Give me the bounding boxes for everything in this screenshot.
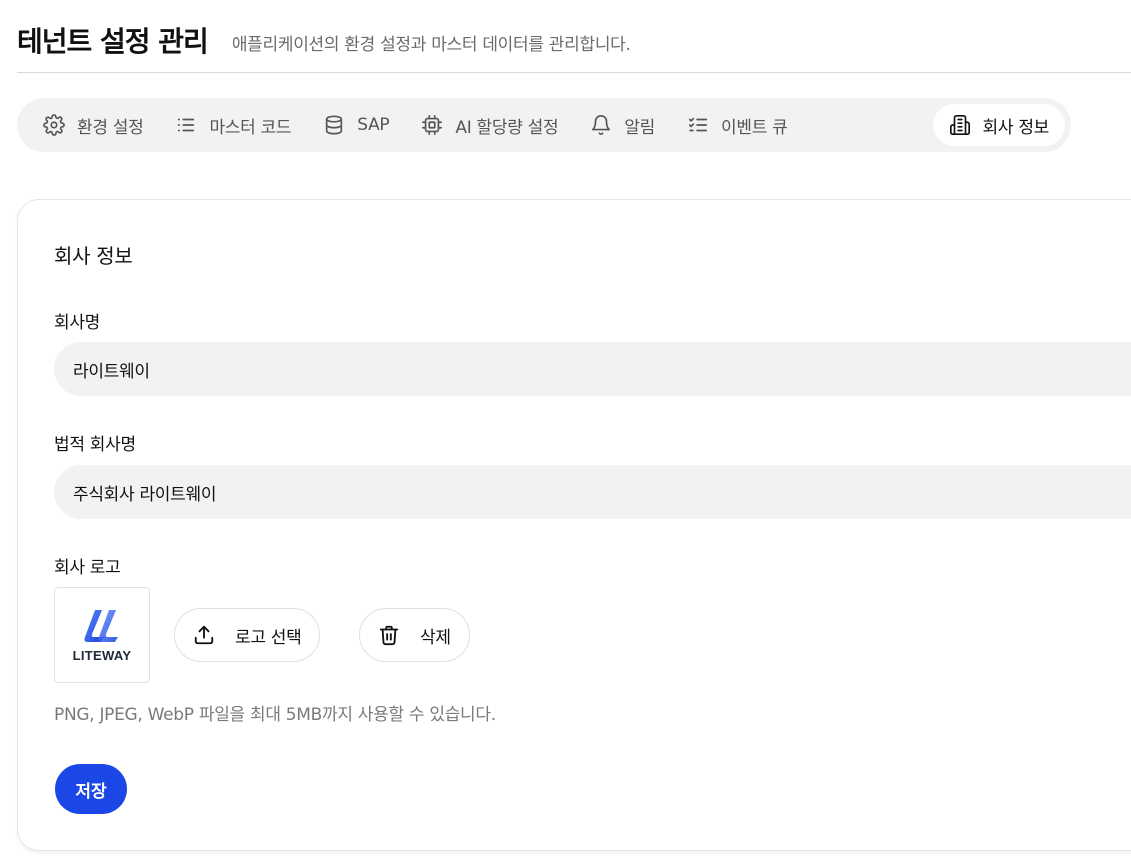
delete-logo-button[interactable]: 삭제 — [359, 608, 470, 662]
header-divider — [17, 72, 1131, 73]
logo-preview: LITEWAY — [54, 587, 150, 683]
legal-name-label: 법적 회사명 — [54, 435, 136, 455]
tab-label: 회사 정보 — [982, 117, 1050, 138]
company-logo-label: 회사 로고 — [54, 558, 121, 578]
tab-ai-quota-settings[interactable]: AI 할당량 설정 — [405, 104, 574, 146]
bell-icon — [590, 114, 612, 136]
tab-label: AI 할당량 설정 — [455, 117, 559, 138]
settings-tab-bar: 환경 설정 마스터 코드 SAP AI 할당량 설정 알림 이벤트 큐 회사 정… — [17, 98, 1071, 152]
liteway-logo-icon — [84, 609, 118, 642]
tab-label: SAP — [357, 115, 390, 135]
tab-notifications[interactable]: 알림 — [574, 104, 671, 146]
list-icon — [175, 114, 197, 136]
select-logo-label: 로고 선택 — [235, 627, 302, 648]
database-icon — [323, 114, 345, 136]
tab-label: 이벤트 큐 — [721, 117, 788, 138]
save-button[interactable]: 저장 — [55, 764, 127, 814]
delete-label: 삭제 — [420, 627, 451, 648]
select-logo-button[interactable]: 로고 선택 — [174, 608, 321, 662]
cpu-chip-icon — [421, 114, 443, 136]
company-name-input[interactable] — [54, 342, 1131, 396]
tab-label: 환경 설정 — [77, 117, 144, 138]
tab-label: 마스터 코드 — [209, 117, 292, 138]
logo-wordmark: LITEWAY — [72, 647, 132, 663]
tab-master-code[interactable]: 마스터 코드 — [159, 104, 307, 146]
company-info-card: 회사 정보 회사명 법적 회사명 회사 로고 LITEWAY 로고 선택 삭제 — [17, 199, 1131, 851]
page-subtitle: 애플리케이션의 환경 설정과 마스터 데이터를 관리합니다. — [231, 34, 631, 55]
logo-help-text: PNG, JPEG, WebP 파일을 최대 5MB까지 사용할 수 있습니다. — [54, 705, 496, 725]
gear-icon — [43, 114, 65, 136]
page-header: 테넌트 설정 관리 애플리케이션의 환경 설정과 마스터 데이터를 관리합니다. — [17, 20, 631, 60]
upload-icon — [193, 624, 215, 646]
checklist-icon — [687, 114, 709, 136]
legal-name-input[interactable] — [54, 465, 1131, 519]
building-icon — [949, 114, 971, 136]
tab-event-queue[interactable]: 이벤트 큐 — [671, 104, 803, 146]
company-name-label: 회사명 — [54, 313, 101, 333]
tab-sap[interactable]: SAP — [307, 104, 405, 146]
page-title: 테넌트 설정 관리 — [17, 25, 209, 58]
section-title: 회사 정보 — [54, 244, 133, 268]
tab-label: 알림 — [624, 117, 656, 138]
tab-company-info[interactable]: 회사 정보 — [932, 104, 1065, 146]
tab-environment-settings[interactable]: 환경 설정 — [27, 104, 159, 146]
trash-icon — [378, 624, 400, 646]
